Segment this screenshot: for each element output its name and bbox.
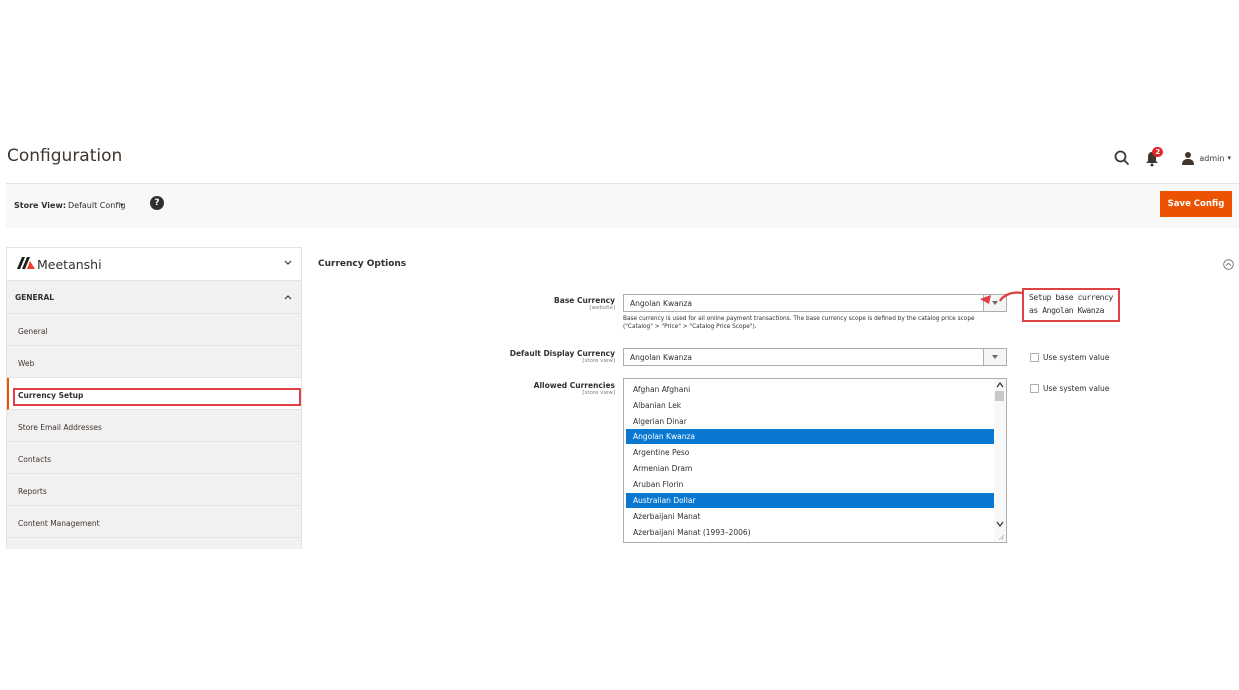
default-display-use-system-checkbox[interactable] — [1030, 353, 1039, 362]
default-display-currency-scope: [store view] — [582, 358, 615, 364]
callout-line2: as Angolan Kwanza — [1029, 306, 1105, 315]
caret-down-icon[interactable]: ▾ — [120, 201, 124, 209]
default-display-currency-select[interactable]: Angolan Kwanza — [623, 348, 1007, 366]
annotation-highlight-box — [13, 388, 301, 406]
sidebar-item-web[interactable]: Web — [7, 346, 301, 378]
save-config-button[interactable]: Save Config — [1160, 191, 1232, 217]
currency-option[interactable]: Azerbaijani Manat (1993–2006) — [626, 525, 994, 540]
scroll-down-icon[interactable] — [996, 520, 1004, 528]
resize-handle-icon[interactable] — [998, 534, 1004, 540]
callout-line1: Setup base currency — [1029, 293, 1113, 302]
section-title[interactable]: Currency Options — [318, 259, 406, 269]
sidebar-item-content-management[interactable]: Content Management — [7, 506, 301, 538]
page-title: Configuration — [7, 146, 123, 166]
chevron-up-icon[interactable] — [283, 293, 293, 301]
currency-option-selected[interactable]: Australian Dollar — [626, 493, 994, 508]
scrollbar[interactable] — [994, 379, 1006, 542]
help-icon[interactable]: ? — [150, 196, 164, 210]
base-currency-note: Base currency is used for all online pay… — [623, 315, 1003, 331]
sidebar-tab-meetanshi[interactable]: Meetanshi — [7, 248, 301, 281]
sidebar-item-reports[interactable]: Reports — [7, 474, 301, 506]
caret-down-icon[interactable]: ▾ — [1227, 154, 1231, 162]
sidebar-item-label: Store Email Addresses — [18, 423, 102, 432]
allowed-currencies-use-system-checkbox[interactable] — [1030, 384, 1039, 393]
sidebar-item-contacts[interactable]: Contacts — [7, 442, 301, 474]
notifications-button[interactable]: 2 — [1145, 147, 1167, 167]
default-display-currency-label: Default Display Currency — [509, 349, 615, 358]
scrollbar-thumb[interactable] — [995, 391, 1004, 401]
sidebar-item-label: Contacts — [18, 455, 52, 464]
currency-option[interactable]: Argentine Peso — [626, 445, 994, 460]
sidebar-item-general[interactable]: General — [7, 314, 301, 346]
base-currency-note-line2: ("Catalog" > "Price" > "Catalog Price Sc… — [623, 324, 757, 330]
dropdown-arrow-icon[interactable] — [983, 349, 1006, 365]
annotation-callout: Setup base currency as Angolan Kwanza — [1022, 288, 1120, 322]
user-menu[interactable]: admin — [1199, 154, 1224, 163]
collapse-icon[interactable] — [1223, 259, 1234, 270]
base-currency-value: Angolan Kwanza — [630, 299, 692, 308]
sidebar-item-label: General — [18, 327, 48, 336]
sidebar-brand-label: Meetanshi — [37, 257, 102, 272]
user-icon[interactable] — [1181, 151, 1195, 165]
currency-option[interactable]: Azerbaijani Manat — [626, 509, 994, 524]
allowed-currencies-multiselect[interactable]: Afghan Afghani Albanian Lek Algerian Din… — [623, 378, 1007, 543]
currency-option[interactable]: Algerian Dinar — [626, 414, 994, 429]
currency-option[interactable]: Armenian Dram — [626, 461, 994, 476]
meetanshi-logo-icon — [17, 257, 35, 269]
store-view-bar: Store View: Default Config ▾ ? — [6, 183, 1239, 228]
search-icon[interactable] — [1113, 149, 1131, 167]
currency-option[interactable]: Aruban Florin — [626, 477, 994, 492]
default-display-use-system-label[interactable]: Use system value — [1043, 353, 1109, 362]
currency-option[interactable]: Afghan Afghani — [626, 382, 994, 397]
base-currency-label: Base Currency — [554, 296, 615, 305]
currency-option-selected[interactable]: Angolan Kwanza — [626, 429, 994, 444]
sidebar-section-general[interactable]: GENERAL — [7, 281, 301, 314]
scroll-up-icon[interactable] — [996, 381, 1004, 389]
allowed-currencies-scope: [store view] — [582, 390, 615, 396]
allowed-currencies-use-system-label[interactable]: Use system value — [1043, 384, 1109, 393]
sidebar-section-label: GENERAL — [15, 293, 55, 302]
sidebar-item-label: Web — [18, 359, 35, 368]
chevron-down-icon[interactable] — [283, 259, 293, 267]
header-actions: 2 admin ▾ — [1113, 146, 1231, 170]
base-currency-select[interactable]: Angolan Kwanza — [623, 294, 1007, 312]
currency-option[interactable]: Albanian Lek — [626, 398, 994, 413]
sidebar-item-label: Reports — [18, 487, 47, 496]
store-view-switcher[interactable]: Default Config — [68, 201, 125, 210]
default-display-currency-value: Angolan Kwanza — [630, 353, 692, 362]
sidebar-item-store-email-addresses[interactable]: Store Email Addresses — [7, 410, 301, 442]
sidebar-item-label: Content Management — [18, 519, 100, 528]
annotation-arrow-icon — [980, 291, 1023, 304]
allowed-currencies-label: Allowed Currencies — [533, 381, 615, 390]
base-currency-note-line1: Base currency is used for all online pay… — [623, 316, 975, 322]
notification-count-badge: 2 — [1152, 147, 1164, 157]
store-view-label: Store View: — [14, 201, 67, 210]
base-currency-scope: [website] — [589, 305, 615, 311]
